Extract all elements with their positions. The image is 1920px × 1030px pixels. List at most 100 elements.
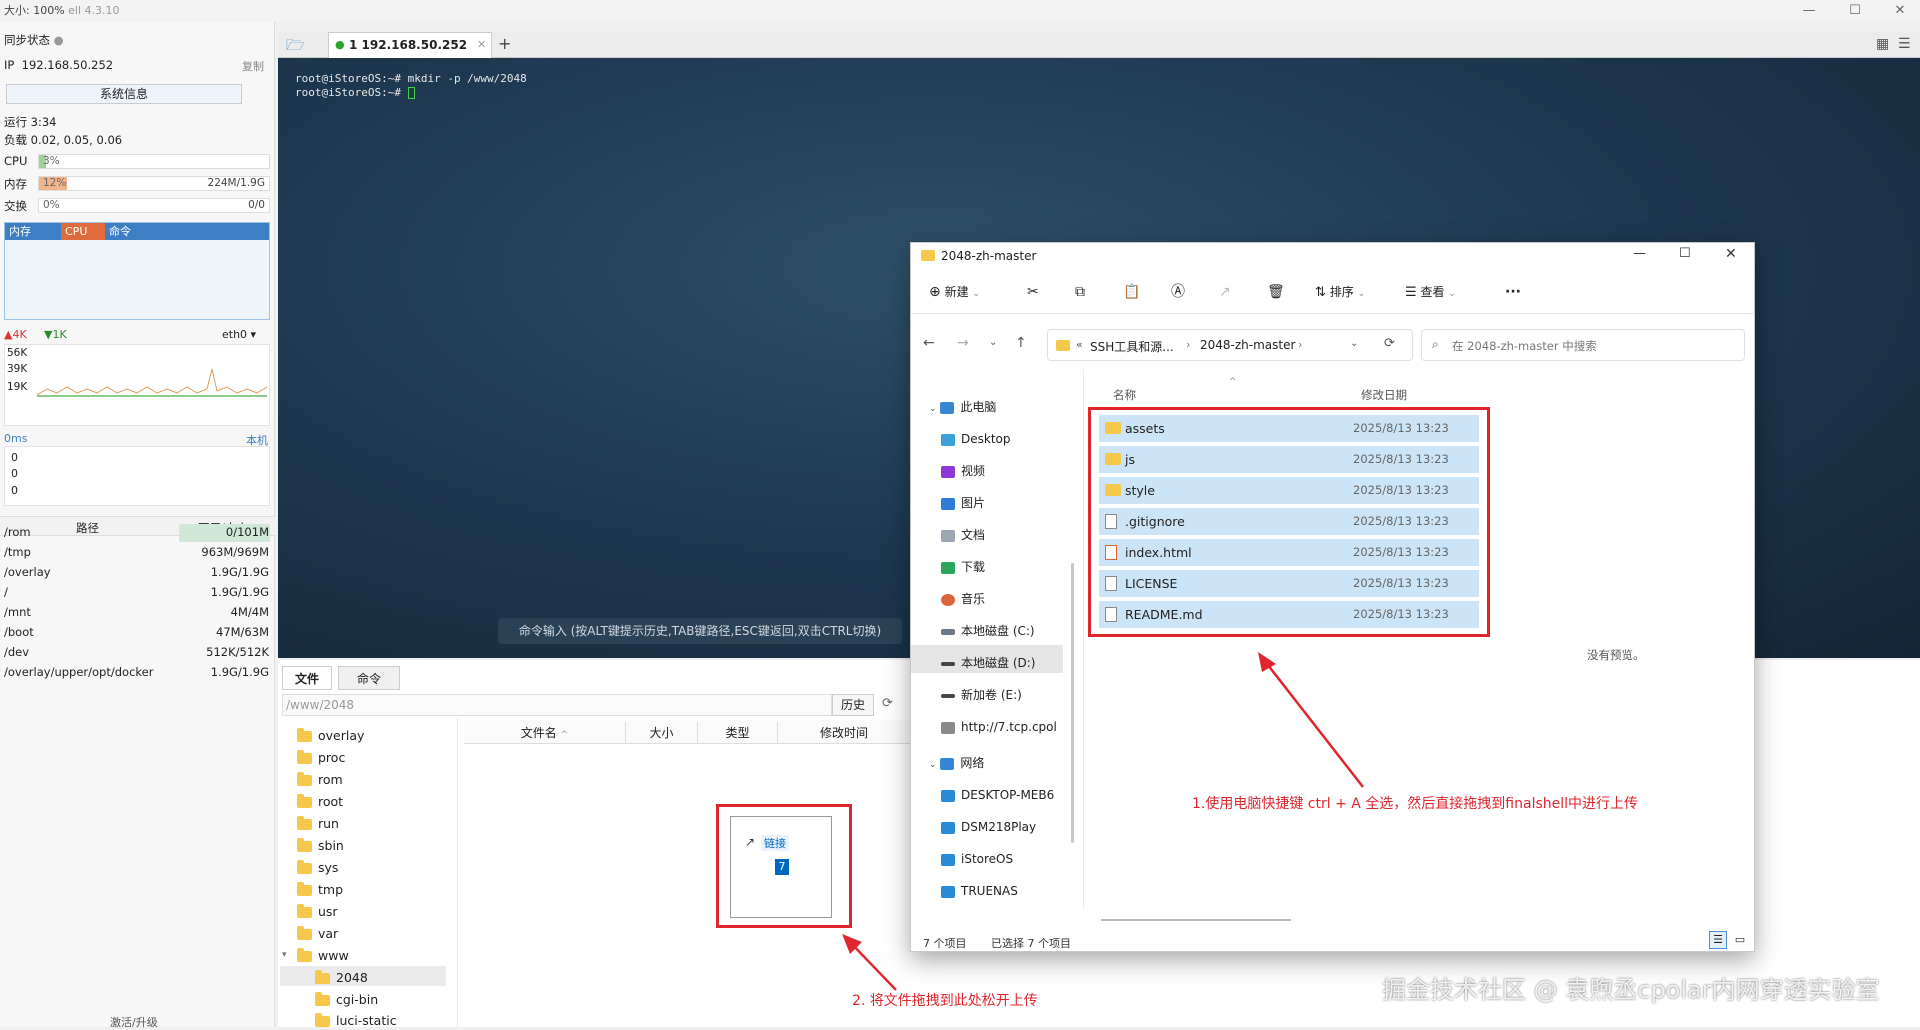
- delete-icon[interactable]: 🗑: [1267, 279, 1285, 305]
- nav-item-documents[interactable]: 文档: [941, 519, 985, 551]
- tree-item[interactable]: var: [297, 926, 338, 941]
- file-row[interactable]: assets 2025/8/13 13:23: [1099, 415, 1479, 442]
- file-row[interactable]: index.html 2025/8/13 13:23: [1099, 539, 1479, 566]
- nav-item-music[interactable]: 音乐: [941, 583, 985, 615]
- file-row[interactable]: style 2025/8/13 13:23: [1099, 477, 1479, 504]
- minimize-button[interactable]: —: [1800, 2, 1818, 20]
- network-sparkline: [37, 368, 267, 397]
- tree-item[interactable]: overlay: [297, 728, 364, 743]
- expand-chevron-icon[interactable]: ▾: [282, 950, 287, 960]
- nav-item-videos[interactable]: 视频: [941, 455, 985, 487]
- file-icon: [1105, 514, 1117, 529]
- nav-item-pictures[interactable]: 图片: [941, 487, 985, 519]
- close-tab-icon[interactable]: ✕: [477, 38, 486, 51]
- fs-row[interactable]: /boot 47M/63M: [0, 622, 275, 642]
- col-date-header[interactable]: 修改日期: [1361, 387, 1407, 403]
- remote-path-field[interactable]: /www/2048: [282, 694, 832, 716]
- cut-icon[interactable]: ✂: [1027, 279, 1039, 305]
- sysinfo-button[interactable]: 系统信息: [6, 84, 242, 104]
- overflow-chevron-icon: «: [1076, 338, 1083, 351]
- nav-item-downloads[interactable]: 下载: [941, 551, 985, 583]
- maximize-button[interactable]: ☐: [1846, 2, 1864, 20]
- folder-icon: [315, 992, 330, 1006]
- tree-item[interactable]: root: [297, 794, 343, 809]
- session-tab[interactable]: ● 1 192.168.50.252 ✕: [328, 32, 492, 58]
- link-arrow-icon: ↗: [745, 835, 756, 849]
- file-row[interactable]: .gitignore 2025/8/13 13:23: [1099, 508, 1479, 535]
- forward-icon[interactable]: →: [957, 335, 969, 351]
- tab-mem[interactable]: 内存: [5, 223, 61, 240]
- fs-row[interactable]: /tmp 963M/969M: [0, 542, 275, 562]
- details-view-icon[interactable]: ☰: [1709, 931, 1727, 949]
- more-options-icon[interactable]: ···: [1505, 279, 1521, 305]
- close-button[interactable]: ✕: [1891, 2, 1909, 20]
- folder-icon: [315, 970, 330, 984]
- annotation-note-2: 2. 将文件拖拽到此处松开上传: [852, 993, 1038, 1009]
- tree-item[interactable]: luci-static: [315, 1013, 397, 1028]
- minimize-button[interactable]: —: [1633, 246, 1646, 261]
- tab-commands[interactable]: 命令: [338, 666, 400, 690]
- up-icon[interactable]: ↑: [1015, 335, 1027, 351]
- sort-button[interactable]: ⇅ 排序 ⌄: [1315, 279, 1365, 305]
- file-row[interactable]: js 2025/8/13 13:23: [1099, 446, 1479, 473]
- tree-item[interactable]: www: [297, 948, 349, 963]
- explorer-titlebar: 2048-zh-master — ☐ ✕: [911, 243, 1754, 271]
- net-iface-select[interactable]: eth0 ▾: [222, 328, 256, 341]
- recent-locations-icon[interactable]: ⌄: [989, 337, 997, 348]
- tree-item[interactable]: proc: [297, 750, 345, 765]
- ping-tick: 0: [11, 451, 18, 464]
- address-dropdown-icon[interactable]: ⌄: [1350, 338, 1358, 349]
- tree-item[interactable]: sbin: [297, 838, 344, 853]
- load-average: 负载 0.02, 0.05, 0.06: [4, 133, 123, 147]
- tiles-view-icon[interactable]: ▭: [1731, 931, 1749, 949]
- copy-ip-button[interactable]: 复制: [242, 58, 264, 74]
- maximize-button[interactable]: ☐: [1679, 246, 1691, 261]
- breadcrumb-segment[interactable]: 2048-zh-master: [1200, 338, 1295, 352]
- tree-item[interactable]: rom: [297, 772, 343, 787]
- rename-icon[interactable]: Ⓐ: [1171, 279, 1185, 305]
- activate-link[interactable]: 激活/升级: [110, 1014, 158, 1030]
- refresh-icon[interactable]: ⟳: [1384, 336, 1395, 351]
- tab-cpu[interactable]: CPU: [61, 223, 105, 240]
- folder-open-icon[interactable]: 🗁: [286, 35, 308, 54]
- col-filename[interactable]: 文件名 ^: [464, 722, 626, 744]
- file-row[interactable]: README.md 2025/8/13 13:23: [1099, 601, 1479, 628]
- fs-row[interactable]: /rom 0/101M: [0, 522, 275, 542]
- view-button[interactable]: ☰ 查看 ⌄: [1405, 279, 1456, 305]
- col-type[interactable]: 类型: [698, 722, 778, 744]
- breadcrumb-segment[interactable]: SSH工具和源...: [1090, 338, 1174, 355]
- watermark: 掘金技术社区 @ 袁煦丞cpolar内网穿透实验室: [1382, 976, 1880, 1004]
- fs-row[interactable]: /mnt 4M/4M: [0, 602, 275, 622]
- tree-item[interactable]: usr: [297, 904, 338, 919]
- tree-item[interactable]: cgi-bin: [315, 992, 378, 1007]
- nav-item-desktop[interactable]: Desktop: [941, 423, 1011, 455]
- new-tab-button[interactable]: +: [498, 34, 511, 53]
- tree-item[interactable]: tmp: [297, 882, 343, 897]
- tree-item[interactable]: sys: [297, 860, 338, 875]
- tab-files[interactable]: 文件: [282, 666, 332, 690]
- mem-label: 内存: [4, 177, 27, 191]
- paste-icon[interactable]: 📋: [1123, 279, 1140, 305]
- net-up: ▲4K: [4, 328, 27, 341]
- col-name-header[interactable]: 名称: [1113, 387, 1136, 403]
- tree-item[interactable]: run: [297, 816, 339, 831]
- close-button[interactable]: ✕: [1725, 246, 1737, 262]
- nav-item-this-pc[interactable]: ⌄ 此电脑: [929, 391, 996, 423]
- fs-row[interactable]: /1.9G/1.9G: [0, 582, 275, 602]
- copy-icon[interactable]: ⧉: [1075, 279, 1085, 305]
- back-icon[interactable]: ←: [923, 335, 935, 351]
- search-box[interactable]: ⌕ 在 2048-zh-master 中搜索: [1421, 329, 1745, 361]
- terminal-line: root@iStoreOS:~# mkdir -p /www/2048: [295, 72, 527, 85]
- tab-cmd[interactable]: 命令: [105, 223, 269, 240]
- tree-item-selected[interactable]: 2048: [315, 970, 368, 985]
- fs-row[interactable]: /dev 512K/512K: [0, 642, 275, 662]
- layout-grid-icon[interactable]: ▦: [1876, 36, 1889, 52]
- share-icon[interactable]: ↗: [1219, 279, 1231, 305]
- fs-row[interactable]: /overlay 1.9G/1.9G: [0, 562, 275, 582]
- address-bar[interactable]: « SSH工具和源... › 2048-zh-master › ⌄ ⟳: [1047, 329, 1413, 361]
- file-row[interactable]: LICENSE 2025/8/13 13:23: [1099, 570, 1479, 597]
- fs-row[interactable]: /overlay/upper/opt/docker 1.9G/1.9G: [0, 662, 275, 682]
- col-size[interactable]: 大小: [626, 722, 698, 744]
- new-button[interactable]: ⊕ 新建 ⌄: [929, 279, 980, 305]
- menu-icon[interactable]: ☰: [1898, 36, 1911, 52]
